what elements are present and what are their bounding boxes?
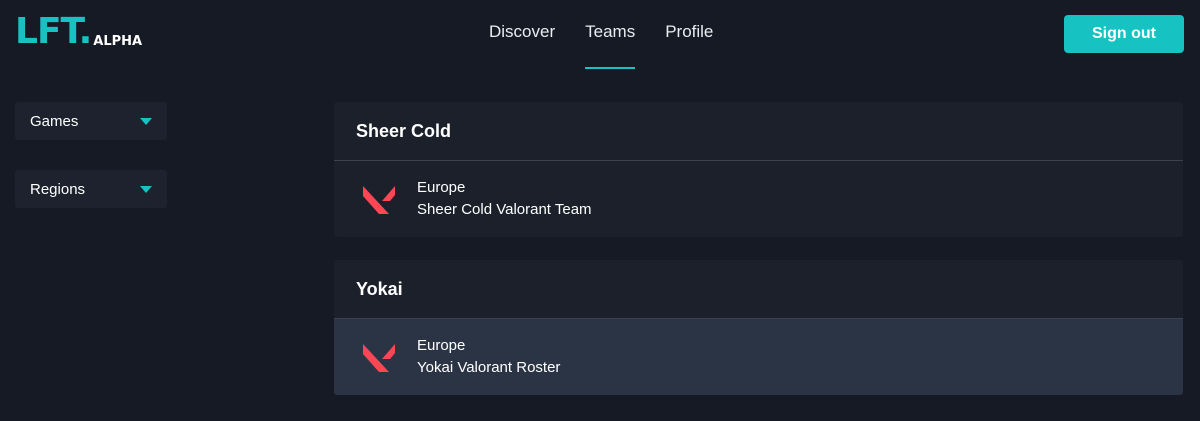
valorant-icon (363, 186, 395, 214)
games-filter-dropdown[interactable]: Games (15, 102, 167, 140)
caret-down-icon (140, 185, 152, 193)
team-row[interactable]: Europe Sheer Cold Valorant Team (334, 161, 1183, 237)
logo[interactable]: LFT. ALPHA (15, 14, 142, 50)
team-row[interactable]: Europe Yokai Valorant Roster (334, 319, 1183, 395)
nav-teams[interactable]: Teams (585, 0, 636, 70)
page: LFT. ALPHA Discover Teams Profile Sign o… (0, 0, 1200, 421)
team-info: Europe Yokai Valorant Roster (417, 335, 560, 379)
team-card: Yokai Europe Yokai Valorant Roster (334, 260, 1183, 395)
valorant-icon (363, 344, 395, 372)
team-region: Europe (417, 337, 466, 354)
team-info: Europe Sheer Cold Valorant Team (417, 177, 592, 221)
team-name: Yokai (334, 260, 1183, 319)
nav-discover[interactable]: Discover (489, 0, 555, 70)
team-card: Sheer Cold Europe Sheer Cold Valorant Te… (334, 102, 1183, 237)
regions-filter-label: Regions (30, 180, 86, 198)
games-filter-label: Games (30, 112, 79, 130)
nav-profile-label: Profile (665, 22, 714, 41)
team-description: Sheer Cold Valorant Team (417, 201, 592, 218)
sign-out-button[interactable]: Sign out (1064, 15, 1184, 53)
logo-sub: ALPHA (93, 34, 143, 49)
team-name: Sheer Cold (334, 102, 1183, 161)
nav-discover-label: Discover (489, 22, 556, 41)
team-region: Europe (417, 179, 466, 196)
caret-down-icon (140, 117, 152, 125)
regions-filter-dropdown[interactable]: Regions (15, 170, 167, 208)
logo-main: LFT. (15, 11, 92, 52)
nav-profile[interactable]: Profile (665, 0, 713, 70)
team-description: Yokai Valorant Roster (417, 359, 561, 376)
main-nav: Discover Teams Profile (489, 0, 743, 70)
nav-teams-label: Teams (585, 22, 636, 41)
